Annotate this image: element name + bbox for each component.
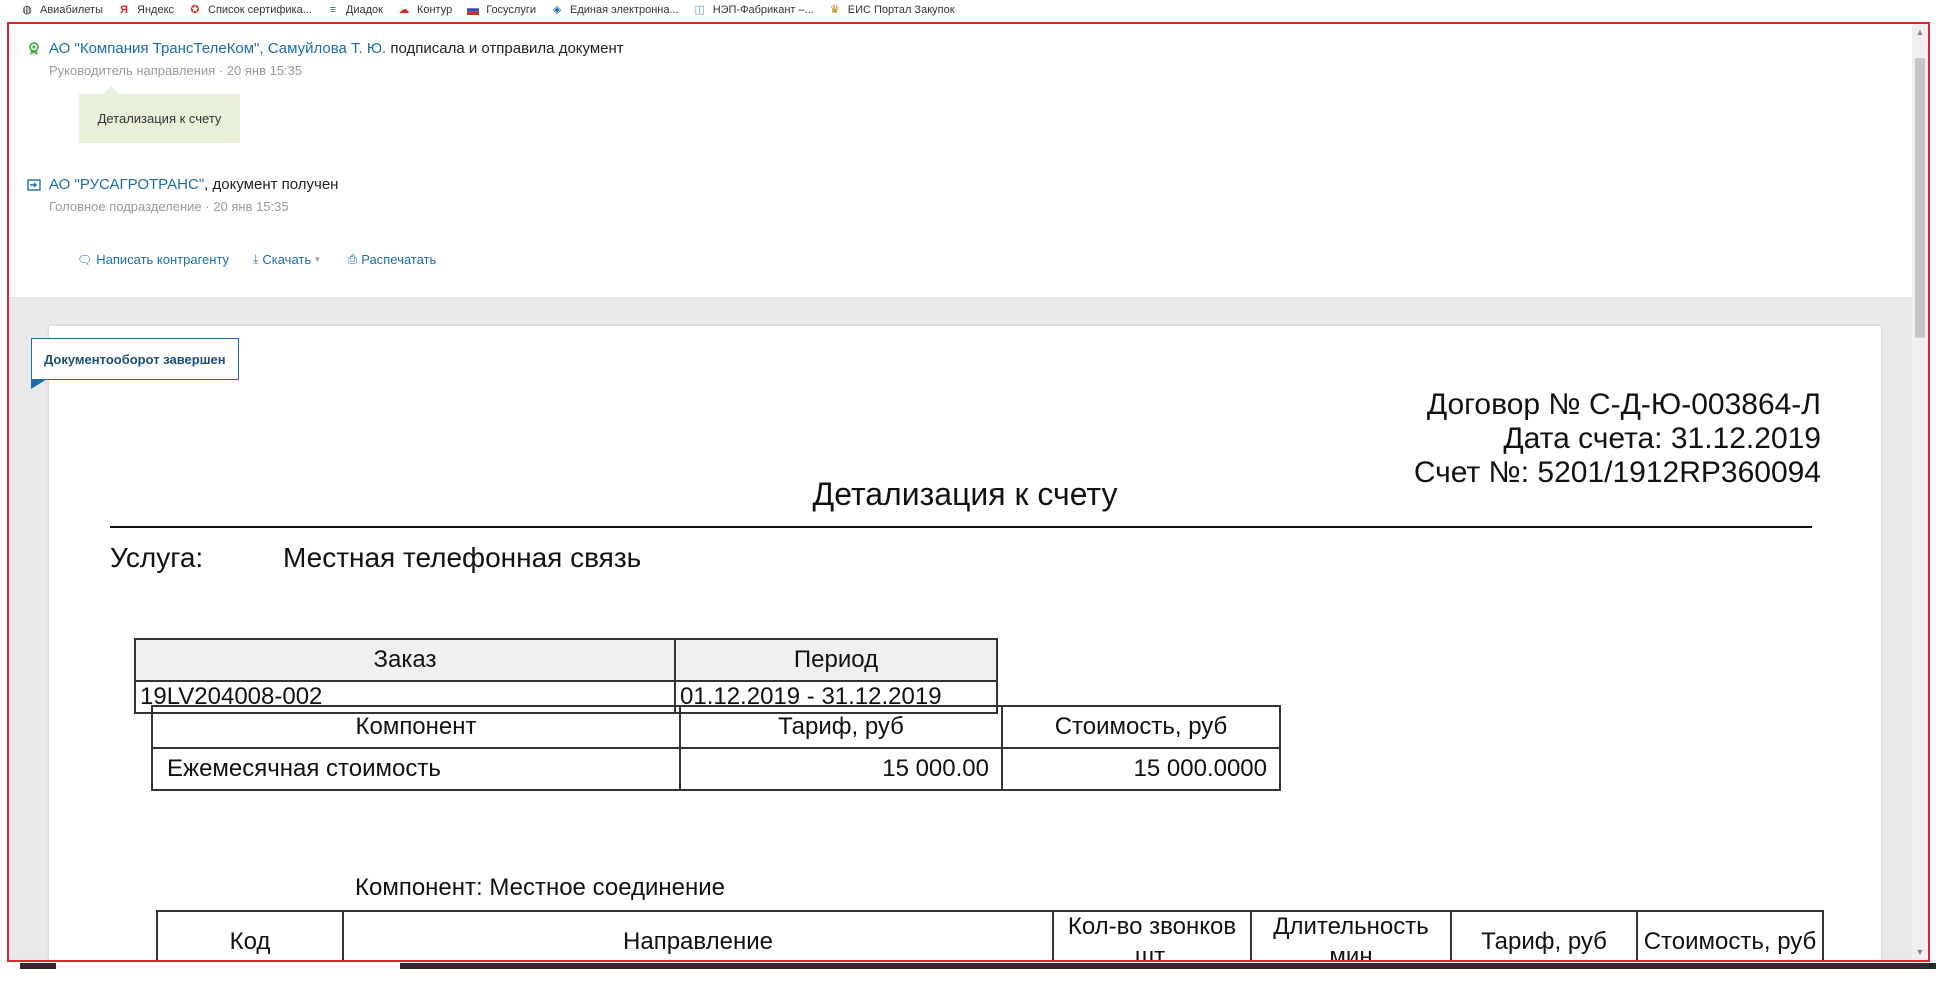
divider [110, 526, 1812, 528]
bookmark-gosuslugi[interactable]: Госуслуги [466, 3, 536, 17]
scroll-up-icon[interactable]: ▲ [1912, 24, 1928, 40]
document-title: Детализация к счету [812, 476, 1118, 512]
diadoc-icon: ≡ [329, 4, 337, 16]
event-action: , документ получен [204, 176, 339, 193]
table-header: Код [156, 910, 344, 960]
document-header: Договор № С-Д-Ю-003864-Л Дата счета: 31.… [1414, 388, 1821, 490]
status-badge: Документооборот завершен [31, 338, 239, 389]
download-icon: ⤓ [253, 252, 259, 266]
table-header: Компонент [151, 705, 681, 749]
bookmark-edinaya[interactable]: ◈ Единая электронна... [550, 3, 679, 17]
comment-text: Детализация к счету [97, 111, 222, 126]
bookmark-label: ЕИС Портал Закупок [847, 4, 955, 16]
calls-table: Код Направление Кол-во звонков шт. Длите… [156, 910, 1824, 960]
service-label: Услуга: [110, 542, 204, 573]
table-cell: 15 000.00 [679, 747, 1003, 791]
emblem-icon: ♛ [829, 4, 840, 16]
event-role: Головное подразделение [49, 199, 202, 214]
table-header: Длительность мин [1250, 910, 1452, 960]
meta-separator: · [218, 63, 224, 78]
bookmark-label: Список сертифика... [208, 4, 312, 16]
diamond-icon: ◈ [552, 4, 562, 16]
bookmark-yandex[interactable]: Я Яндекс [117, 3, 174, 17]
bookmark-label: Диадок [345, 4, 383, 16]
bookmark-nep[interactable]: ◫ НЭП-Фабрикант –... [693, 3, 814, 17]
document-page: Договор № С-Д-Ю-003864-Л Дата счета: 31.… [49, 326, 1881, 960]
received-icon [27, 178, 41, 192]
chevron-down-icon: ▾ [315, 254, 320, 264]
flag-icon [466, 3, 480, 17]
bookmark-label: НЭП-Фабрикант –... [712, 4, 814, 16]
table-cell: Ежемесячная стоимость [151, 747, 681, 791]
table-header: Направление [342, 910, 1054, 960]
table-header: Тариф, руб [1450, 910, 1638, 960]
taskbar-segment [400, 963, 1936, 969]
order-table: Заказ Период 19LV204008-002 01.12.2019 -… [134, 638, 998, 714]
taskbar-segment [20, 963, 56, 969]
printer-icon: ⎙ [347, 252, 358, 266]
table-header: Период [674, 638, 998, 682]
scroll-thumb[interactable] [1915, 58, 1925, 338]
bookmark-kontur[interactable]: ☁ Контур [397, 3, 452, 17]
document-history: АО "Компания ТрансТелеКом", Самуйлова Т.… [9, 24, 1928, 297]
table-cell: 15 000.0000 [1001, 747, 1281, 791]
component-label: Компонент: Местное соединение [355, 874, 726, 901]
event-received: АО "РУСАГРОТРАНС", документ получен Голо… [27, 176, 339, 214]
table-header: Кол-во звонков шт. [1052, 910, 1252, 960]
print-button[interactable]: ⎙ Распечатать [348, 252, 437, 267]
bookmark-eis[interactable]: ♛ ЕИС Портал Закупок [828, 3, 955, 17]
content-frame: АО "Компания ТрансТелеКом", Самуйлова Т.… [7, 22, 1930, 962]
bookmark-aviabilety[interactable]: ◍ Авиабилеты [20, 3, 103, 17]
event-action: подписала и отправила документ [386, 40, 624, 57]
meta-separator: · [205, 199, 210, 214]
document-actions: 🗨 Написать контрагенту ⤓ Скачать ▾ ⎙ Рас… [77, 252, 436, 267]
event-org-link[interactable]: АО "Компания ТрансТелеКом", Самуйлова Т.… [49, 40, 386, 57]
write-label: Написать контрагенту [96, 252, 230, 267]
chat-bubble-icon: 🗨 [77, 252, 93, 267]
cloud-icon: ☁ [398, 4, 410, 16]
print-label: Распечатать [361, 252, 437, 267]
component-table: Компонент Тариф, руб Стоимость, руб Ежем… [151, 705, 1281, 791]
table-header: Стоимость, руб [1636, 910, 1824, 960]
bookmarks-bar: ◍ Авиабилеты Я Яндекс ✪ Список сертифика… [0, 0, 1936, 20]
signer-icon [27, 42, 41, 56]
invoice-date: Дата счета: 31.12.2019 [1503, 422, 1821, 455]
table-header: Заказ [134, 638, 676, 682]
comment-bubble: Детализация к счету [79, 86, 240, 143]
bookmark-certificates[interactable]: ✪ Список сертифика... [188, 3, 312, 17]
bookmark-label: Единая электронна... [570, 4, 679, 16]
taskbar [0, 963, 1936, 987]
service-value: Местная телефонная связь [282, 542, 642, 573]
vertical-scrollbar[interactable]: ▲ ▼ [1912, 24, 1928, 960]
event-signed: АО "Компания ТрансТелеКом", Самуйлова Т.… [29, 40, 624, 78]
box-icon: ◫ [694, 4, 705, 16]
contract-number: Договор № С-Д-Ю-003864-Л [1426, 388, 1821, 421]
table-header: Стоимость, руб [1001, 705, 1281, 749]
bookmark-label: Контур [416, 4, 453, 16]
certificate-icon: ✪ [190, 4, 200, 16]
bookmark-label: Авиабилеты [40, 4, 104, 16]
event-meta: Руководитель направления · 20 янв 15:35 [49, 63, 624, 78]
event-role: Руководитель направления [49, 63, 216, 78]
download-label: Скачать [262, 252, 312, 267]
bookmark-label: Госуслуги [486, 4, 537, 16]
write-counterparty-button[interactable]: 🗨 Написать контрагенту [77, 252, 229, 267]
scroll-down-icon[interactable]: ▼ [1912, 944, 1928, 960]
bookmark-diadoc[interactable]: ≡ Диадок [326, 3, 383, 17]
event-meta: Головное подразделение · 20 янв 15:35 [49, 199, 338, 214]
table-row: Ежемесячная стоимость 15 000.00 15 000.0… [151, 747, 1281, 791]
event-org-link[interactable]: АО "РУСАГРОТРАНС" [49, 176, 204, 193]
bookmark-label: Яндекс [137, 4, 175, 16]
service-line: Услуга: Местная телефонная связь [110, 542, 641, 574]
yandex-icon: Я [120, 4, 128, 16]
download-button[interactable]: ⤓ Скачать ▾ [253, 252, 324, 267]
event-time: 20 янв 15:35 [213, 199, 289, 214]
table-header: Тариф, руб [679, 705, 1003, 749]
globe-icon: ◍ [22, 4, 32, 16]
event-time: 20 янв 15:35 [226, 63, 303, 78]
